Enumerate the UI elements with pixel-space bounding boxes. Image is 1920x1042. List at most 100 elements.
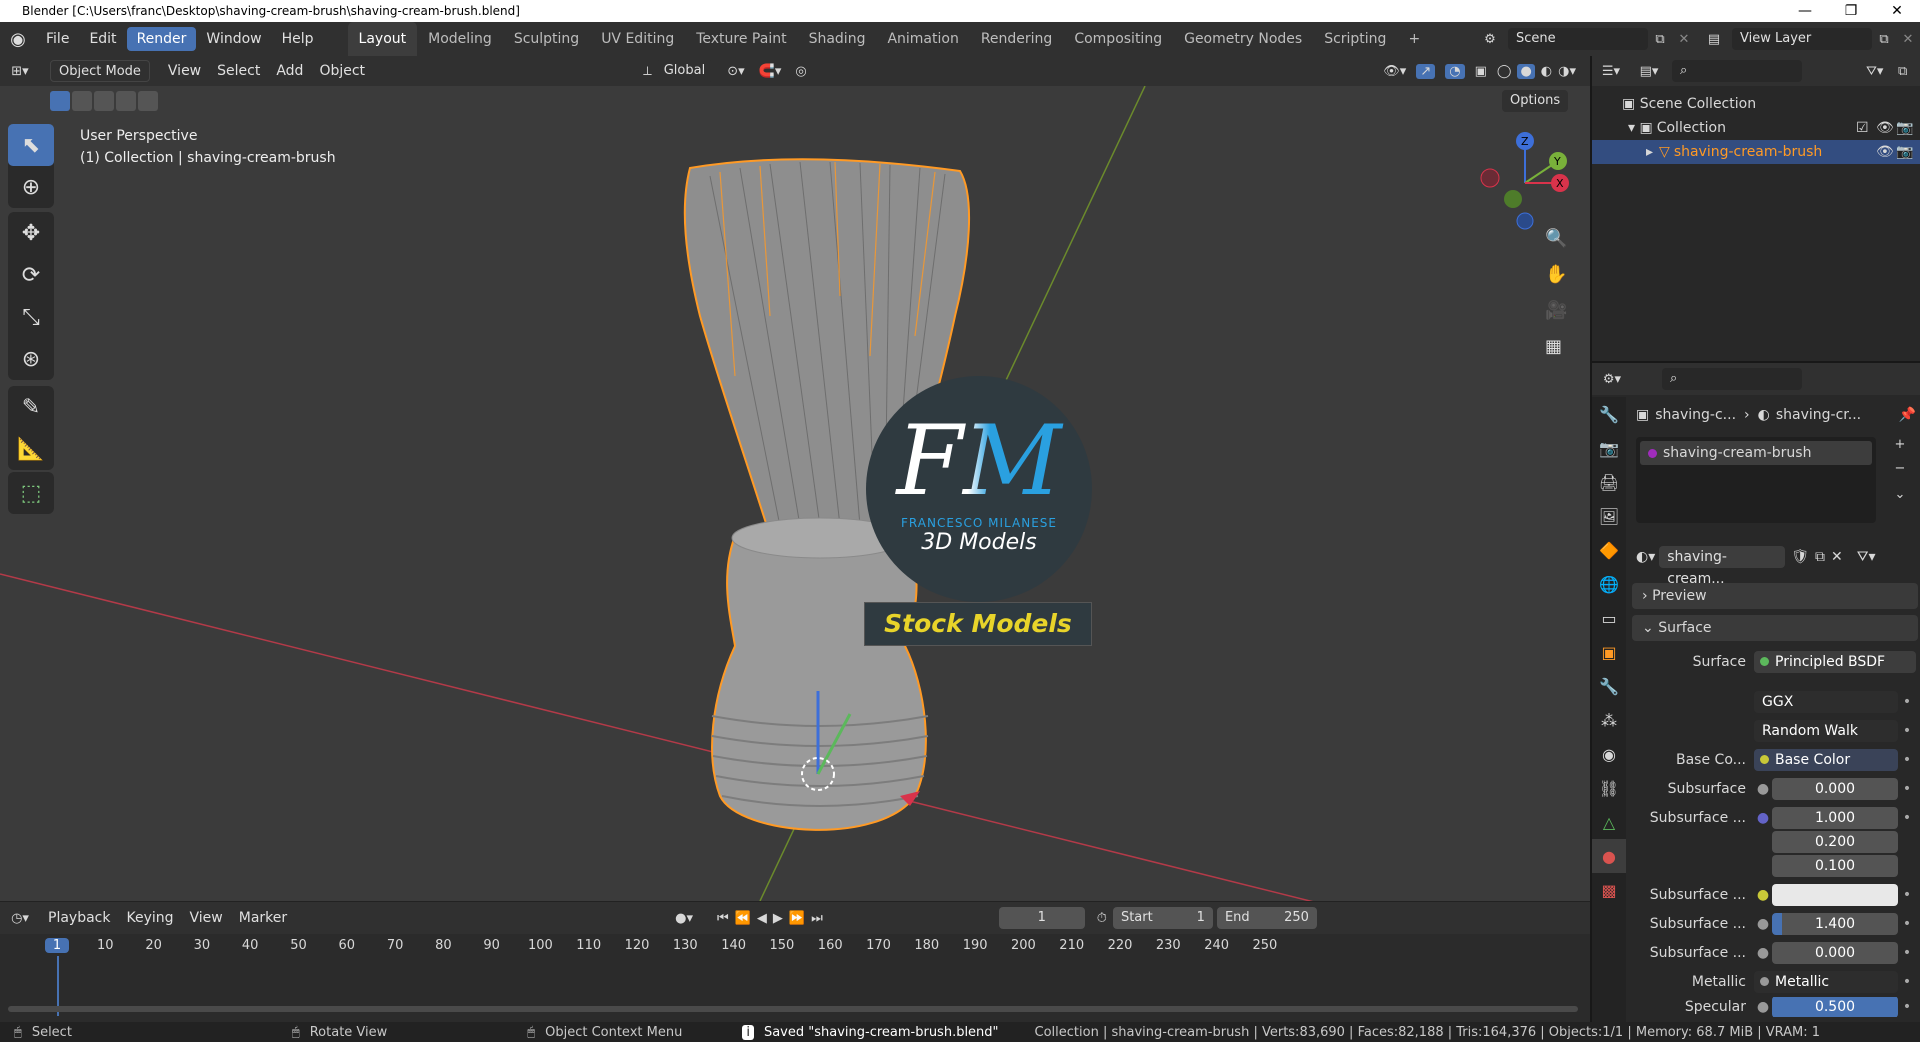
pin-icon[interactable]: 📌 xyxy=(1899,407,1916,423)
snap-icon[interactable]: 🧲▾ xyxy=(759,64,782,79)
current-frame-field[interactable]: 1 xyxy=(998,907,1085,929)
collection-expand-icon[interactable]: ▾ ▣ xyxy=(1628,116,1653,140)
scene-tab-icon[interactable]: 🔶 xyxy=(1592,533,1626,567)
material-browse-icon[interactable]: ◐▾ xyxy=(1636,549,1655,565)
measure-tool-icon[interactable]: 📐 xyxy=(8,428,54,470)
tab-sculpting[interactable]: Sculpting xyxy=(503,22,590,56)
shading-wireframe-icon[interactable]: ◯ xyxy=(1497,64,1512,79)
annotate-tool-icon[interactable]: ✎ xyxy=(8,386,54,428)
data-tab-icon[interactable]: △ xyxy=(1592,805,1626,839)
menu-render[interactable]: Render xyxy=(126,27,197,51)
properties-search-input[interactable]: ⌕ xyxy=(1662,368,1802,390)
physics-tab-icon[interactable]: ◉ xyxy=(1592,737,1626,771)
preview-range-icon[interactable]: ⏱ xyxy=(1097,911,1107,926)
end-frame-field[interactable]: End 250 xyxy=(1216,907,1317,929)
tab-shading[interactable]: Shading xyxy=(798,22,877,56)
remove-slot-button[interactable]: − xyxy=(1888,461,1912,476)
shading-rendered-icon[interactable]: ◑▾ xyxy=(1558,64,1576,79)
new-view-layer-icon[interactable]: ⧉ xyxy=(1872,32,1896,47)
start-frame-field[interactable]: Start 1 xyxy=(1112,907,1213,929)
add-slot-button[interactable]: + xyxy=(1888,437,1912,452)
world-tab-icon[interactable]: 🌐 xyxy=(1592,567,1626,601)
new-scene-icon[interactable]: ⧉ xyxy=(1648,32,1672,47)
output-tab-icon[interactable]: 🖨 xyxy=(1592,465,1626,499)
navigation-gizmo[interactable]: Z Y X xyxy=(1470,128,1580,238)
collection-tab-icon[interactable]: ▭ xyxy=(1592,601,1626,635)
new-collection-icon[interactable]: ⧉ xyxy=(1898,64,1920,79)
duplicate-material-icon[interactable]: ⧉ xyxy=(1815,549,1825,565)
view-layer-tab-icon[interactable]: 🖼 xyxy=(1592,499,1626,533)
transform-orientation-selector[interactable]: Global xyxy=(655,60,714,82)
gizmo-toggle-icon[interactable]: ↗ xyxy=(1416,63,1436,79)
tool-tab-icon[interactable]: 🔧 xyxy=(1592,397,1626,431)
view-layer-icon[interactable]: ▤ xyxy=(1696,32,1732,47)
mode-selector[interactable]: Object Mode xyxy=(50,60,150,82)
object-eye-icon[interactable]: 👁 xyxy=(1876,140,1896,164)
zoom-icon[interactable]: 🔍 xyxy=(1545,228,1567,249)
material-filter-icon[interactable]: ⛛▾ xyxy=(1857,549,1876,565)
menu-edit[interactable]: Edit xyxy=(79,27,126,51)
tab-rendering[interactable]: Rendering xyxy=(970,22,1064,56)
subsurface-radius-z[interactable]: 0.100 xyxy=(1772,855,1898,877)
visibility-icon[interactable]: 👁▾ xyxy=(1383,64,1406,79)
add-cube-tool-icon[interactable]: ⬚ xyxy=(8,472,54,514)
camera-view-icon[interactable]: 🎥 xyxy=(1545,300,1567,321)
surface-panel-header[interactable]: ⌄ Surface xyxy=(1632,615,1918,641)
material-name-field[interactable]: shaving-cream... xyxy=(1659,546,1786,587)
tab-layout[interactable]: Layout xyxy=(347,22,418,56)
cursor-tool-icon[interactable]: ⊕ xyxy=(8,166,54,208)
slot-menu-chevron-icon[interactable]: ⌄ xyxy=(1888,487,1912,502)
material-slot-list[interactable]: shaving-cream-brush xyxy=(1636,437,1876,523)
transform-tool-icon[interactable]: ⊛ xyxy=(8,338,54,380)
menu-file[interactable]: File xyxy=(36,27,79,51)
filter-icon[interactable]: ⛛▾ xyxy=(1866,64,1898,79)
overlay-toggle-icon[interactable]: ◔ xyxy=(1445,63,1465,79)
subsurface-radius-x[interactable]: 1.000 xyxy=(1772,807,1898,829)
rotate-tool-icon[interactable]: ⟳ xyxy=(8,254,54,296)
object-expand-icon[interactable]: ▸ xyxy=(1646,140,1653,164)
tab-compositing[interactable]: Compositing xyxy=(1063,22,1173,56)
select-menu[interactable]: Select xyxy=(209,63,268,79)
specular-field[interactable]: 0.500 xyxy=(1772,997,1898,1017)
tab-texture-paint[interactable]: Texture Paint xyxy=(685,22,797,56)
close-button[interactable]: ✕ xyxy=(1874,3,1920,19)
material-tab-icon[interactable]: ● xyxy=(1592,839,1626,873)
object-tab-icon[interactable]: ▣ xyxy=(1592,635,1626,669)
select-mode-icons[interactable] xyxy=(50,91,158,111)
collection-eye-icon[interactable]: 👁 xyxy=(1876,116,1896,140)
delete-scene-icon[interactable]: ✕ xyxy=(1672,32,1696,47)
autokey-icon[interactable]: ●▾ xyxy=(675,911,693,926)
subsurface-ior-field[interactable]: 1.400 xyxy=(1772,913,1898,935)
tab-scripting[interactable]: Scripting xyxy=(1313,22,1397,56)
frame-ruler[interactable]: 1 10 20 30 40 50 60 70 80 90 100 110 120 130 140 150 160… xyxy=(0,934,1590,960)
add-menu[interactable]: Add xyxy=(268,63,311,79)
delete-view-layer-icon[interactable]: ✕ xyxy=(1896,32,1920,47)
add-workspace-button[interactable]: + xyxy=(1397,22,1431,56)
timeline-scrollbar[interactable] xyxy=(8,1006,1578,1012)
preview-panel-header[interactable]: › Preview xyxy=(1632,583,1918,609)
timeline-editor-icon[interactable]: ◷▾ xyxy=(0,911,40,926)
xray-icon[interactable]: ▣ xyxy=(1475,64,1487,79)
exclude-checkbox-icon[interactable]: ☑ xyxy=(1856,116,1876,140)
scene-icon[interactable]: ⚙ xyxy=(1472,32,1508,47)
constraints-tab-icon[interactable]: ⛓ xyxy=(1592,771,1626,805)
maximize-button[interactable]: ❐ xyxy=(1828,3,1874,19)
keying-menu[interactable]: Keying xyxy=(118,910,181,926)
menu-help[interactable]: Help xyxy=(272,27,324,51)
marker-menu[interactable]: Marker xyxy=(231,910,295,926)
timeline-view-menu[interactable]: View xyxy=(182,910,231,926)
viewport-3d[interactable]: FM FRANCESCO MILANESE 3D Models Stock Mo… xyxy=(0,56,1590,901)
tab-uv-editing[interactable]: UV Editing xyxy=(590,22,685,56)
shading-solid-icon[interactable]: ● xyxy=(1517,63,1535,79)
ortho-grid-icon[interactable]: ▦ xyxy=(1545,336,1562,357)
view-layer-selector[interactable]: View Layer xyxy=(1732,28,1872,50)
options-dropdown[interactable]: Options xyxy=(1502,90,1569,112)
outliner-scene-collection[interactable]: ▣ Scene Collection xyxy=(1592,92,1920,116)
shading-material-icon[interactable]: ◐ xyxy=(1541,64,1552,79)
outliner-collection[interactable]: ▾ ▣ Collection ☑ 👁 📷 xyxy=(1592,116,1920,140)
distribution-dropdown[interactable]: GGX xyxy=(1754,691,1898,713)
minimize-button[interactable]: — xyxy=(1782,3,1828,19)
surface-shader-field[interactable]: Principled BSDF xyxy=(1754,651,1916,673)
properties-editor-icon[interactable]: ⚙▾ xyxy=(1592,372,1632,387)
editor-type-icon[interactable]: ⊞▾ xyxy=(0,64,40,79)
